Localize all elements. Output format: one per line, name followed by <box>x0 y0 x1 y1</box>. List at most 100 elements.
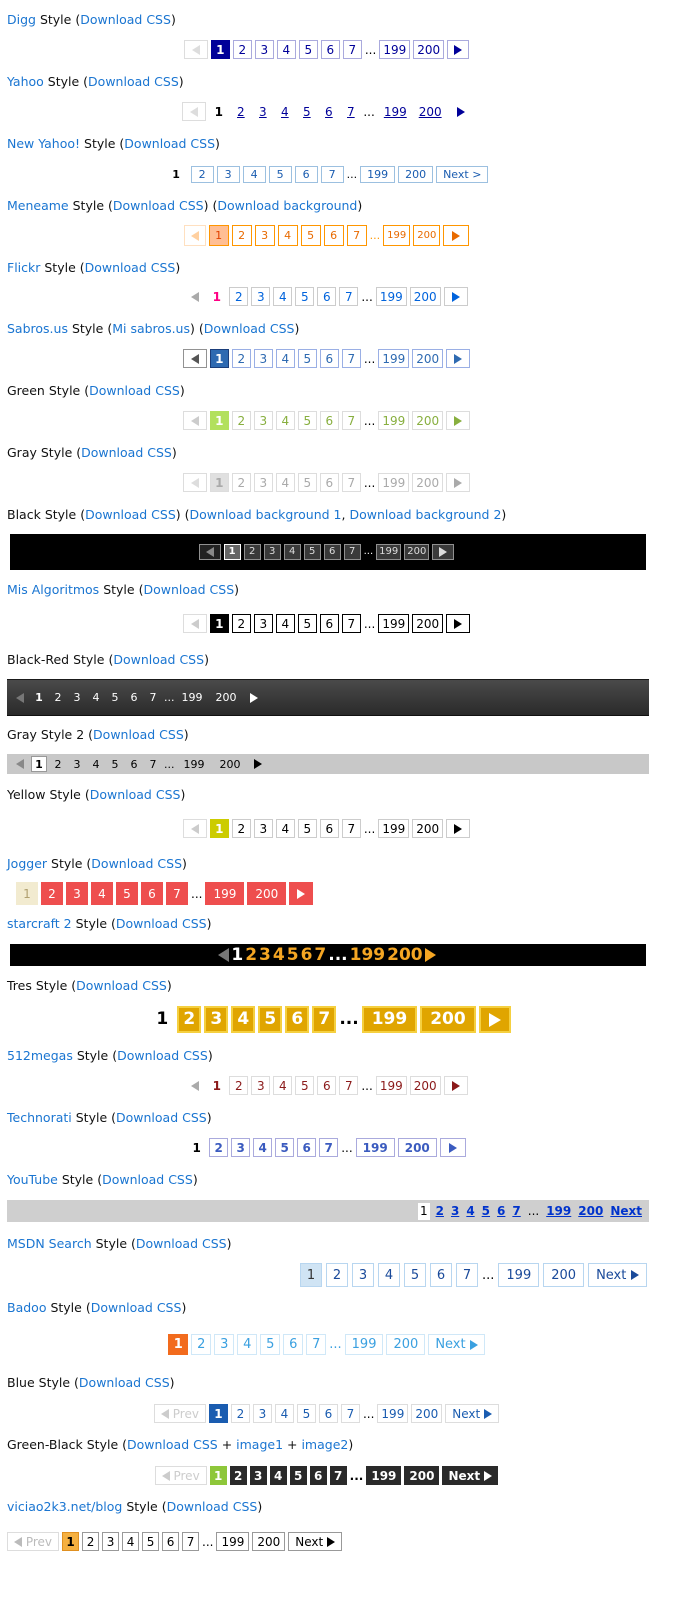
page-6[interactable]: 6 <box>319 102 338 121</box>
page-199[interactable]: 199 <box>498 1263 540 1287</box>
page-7[interactable]: 7 <box>145 689 161 707</box>
page-6[interactable]: 6 <box>319 411 339 430</box>
page-3[interactable]: 3 <box>253 102 272 121</box>
page-1[interactable]: 1 <box>209 349 229 368</box>
page-2[interactable]: 2 <box>231 225 252 246</box>
page-5[interactable]: 5 <box>297 473 317 492</box>
yahoo-link[interactable]: Yahoo <box>7 74 44 89</box>
next-button[interactable] <box>447 40 470 59</box>
next-button[interactable] <box>443 1076 468 1095</box>
page-6[interactable]: 6 <box>323 225 344 246</box>
page-1[interactable]: 1 <box>210 40 230 59</box>
page-1[interactable]: 1 <box>187 1138 206 1157</box>
page-2[interactable]: 2 <box>229 287 249 306</box>
page-200[interactable]: 200 <box>412 819 444 838</box>
page-6[interactable]: 6 <box>283 1334 304 1355</box>
page-4[interactable]: 4 <box>275 614 295 633</box>
page-2[interactable]: 2 <box>82 1532 100 1551</box>
page-7[interactable]: 7 <box>339 1076 359 1095</box>
page-5[interactable]: 5 <box>297 102 316 121</box>
black-download-bg2[interactable]: Download background 2 <box>349 507 501 522</box>
page-3[interactable]: 3 <box>254 225 275 246</box>
page-2[interactable]: 2 <box>231 411 251 430</box>
page-1[interactable]: 1 <box>207 1076 226 1095</box>
page-7[interactable]: 7 <box>329 1466 347 1485</box>
megas-download-css[interactable]: Download CSS <box>117 1048 208 1063</box>
page-200[interactable]: 200 <box>247 882 287 905</box>
page-200[interactable]: 200 <box>417 102 444 121</box>
page-2[interactable]: 2 <box>231 614 251 633</box>
page-5[interactable]: 5 <box>116 882 138 905</box>
youtube-link[interactable]: YouTube <box>7 1172 58 1187</box>
page-2[interactable]: 2 <box>50 689 66 707</box>
page-199[interactable]: 199 <box>379 40 411 59</box>
page-6[interactable]: 6 <box>318 1404 338 1423</box>
page-6[interactable]: 6 <box>320 40 340 59</box>
page-3[interactable]: 3 <box>66 882 88 905</box>
page-2[interactable]: 2 <box>435 1203 445 1220</box>
page-6[interactable]: 6 <box>126 756 142 772</box>
page-200[interactable]: 200 <box>577 1203 604 1220</box>
page-7[interactable]: 7 <box>343 544 361 560</box>
page-3[interactable]: 3 <box>69 756 85 772</box>
sabros-mi-link[interactable]: Mi sabros.us <box>112 321 190 336</box>
page-1[interactable]: 1 <box>62 1532 80 1551</box>
page-199[interactable]: 199 <box>382 102 409 121</box>
greenblack-download-css[interactable]: Download CSS <box>127 1437 218 1452</box>
page-5[interactable]: 5 <box>289 1466 307 1485</box>
meneame-link[interactable]: Meneame <box>7 198 69 213</box>
starcraft-link[interactable]: starcraft 2 <box>7 916 72 931</box>
newyahoo-link[interactable]: New Yahoo! <box>7 136 80 151</box>
page-199[interactable]: 199 <box>377 1404 409 1423</box>
page-4[interactable]: 4 <box>275 473 295 492</box>
page-1[interactable]: 1 <box>208 1404 228 1423</box>
page-200[interactable]: 200 <box>210 689 243 707</box>
next-button[interactable]: Next > <box>436 166 489 183</box>
page-1[interactable]: 1 <box>150 1006 174 1033</box>
black-download-css[interactable]: Download CSS <box>85 507 176 522</box>
flickr-download-css[interactable]: Download CSS <box>85 260 176 275</box>
msdn-download-css[interactable]: Download CSS <box>136 1236 227 1251</box>
page-1[interactable]: 1 <box>417 1202 430 1220</box>
technorati-link[interactable]: Technorati <box>7 1110 72 1125</box>
page-200[interactable]: 200 <box>412 411 444 430</box>
page-6[interactable]: 6 <box>141 882 163 905</box>
blue-download-css[interactable]: Download CSS <box>79 1375 170 1390</box>
page-4[interactable]: 4 <box>275 411 295 430</box>
page-7[interactable]: 7 <box>341 473 361 492</box>
page-199[interactable]: 199 <box>376 544 402 560</box>
page-1[interactable]: 1 <box>209 614 229 633</box>
page-3[interactable]: 3 <box>253 819 273 838</box>
page-5[interactable]: 5 <box>298 40 318 59</box>
youtube-download-css[interactable]: Download CSS <box>102 1172 193 1187</box>
page-7[interactable]: 7 <box>342 40 362 59</box>
page-5[interactable]: 5 <box>287 944 299 966</box>
next-button[interactable] <box>439 1138 466 1157</box>
page-2[interactable]: 2 <box>245 944 257 966</box>
page-199[interactable]: 199 <box>361 1006 418 1033</box>
page-2[interactable]: 2 <box>231 473 251 492</box>
page-7[interactable]: 7 <box>339 287 359 306</box>
yellow-download-css[interactable]: Download CSS <box>90 787 181 802</box>
page-199[interactable]: 199 <box>378 349 410 368</box>
tres-download-css[interactable]: Download CSS <box>76 978 167 993</box>
page-1[interactable]: 1 <box>223 544 241 560</box>
page-2[interactable]: 2 <box>41 882 63 905</box>
page-5[interactable]: 5 <box>296 1404 316 1423</box>
page-200[interactable]: 200 <box>404 1466 440 1485</box>
page-6[interactable]: 6 <box>301 944 313 966</box>
page-200[interactable]: 200 <box>412 349 444 368</box>
page-7[interactable]: 7 <box>341 411 361 430</box>
black-download-bg1[interactable]: Download background 1 <box>190 507 342 522</box>
page-7[interactable]: 7 <box>346 225 367 246</box>
next-button[interactable] <box>446 411 471 430</box>
page-4[interactable]: 4 <box>273 1076 293 1095</box>
badoo-download-css[interactable]: Download CSS <box>91 1300 182 1315</box>
page-1[interactable]: 1 <box>31 756 47 772</box>
viciao-download-css[interactable]: Download CSS <box>167 1499 258 1514</box>
page-5[interactable]: 5 <box>295 287 315 306</box>
badoo-link[interactable]: Badoo <box>7 1300 46 1315</box>
page-5[interactable]: 5 <box>268 166 292 183</box>
page-4[interactable]: 4 <box>91 882 113 905</box>
page-6[interactable]: 6 <box>297 1138 317 1157</box>
